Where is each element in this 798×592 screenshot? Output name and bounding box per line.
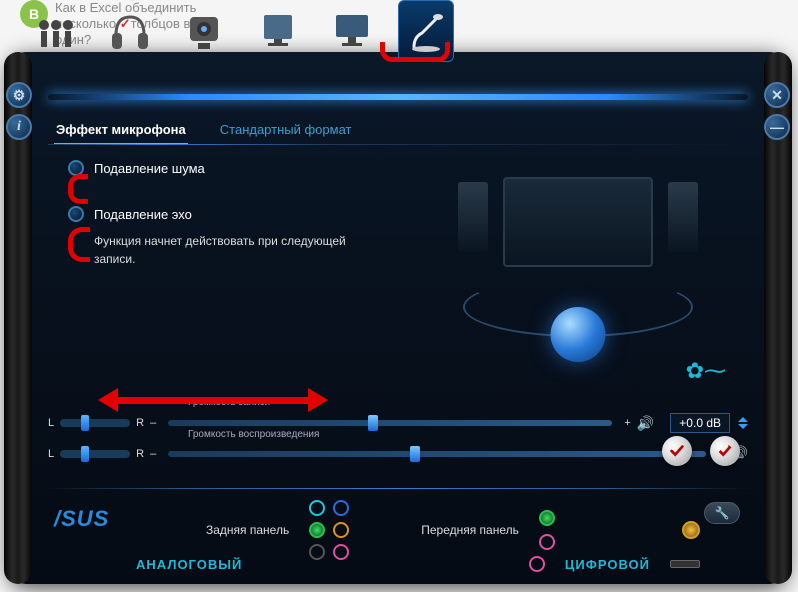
- tab-underline: [48, 144, 748, 145]
- jack-green-front[interactable]: [539, 510, 555, 526]
- realtek-panel: ⚙ i ✕ — Эффект микрофона Стандартный фор…: [8, 52, 788, 584]
- gear-icon: ⚙: [13, 87, 26, 104]
- jack-pink-bottom[interactable]: [529, 556, 545, 572]
- playback-balance-slider[interactable]: [60, 450, 130, 458]
- recording-title: Громкость записи: [188, 397, 270, 408]
- db-spinner[interactable]: [738, 417, 748, 429]
- device-desktop[interactable]: [250, 0, 306, 62]
- header-glow-bar: [48, 94, 748, 100]
- reset-button[interactable]: [710, 436, 740, 466]
- device-headphones[interactable]: [102, 0, 158, 62]
- spinner-down-icon[interactable]: [738, 424, 748, 429]
- device-microphone[interactable]: [398, 0, 454, 62]
- bottom-labels: АНАЛОГОВЫЙ ЦИФРОВОЙ: [136, 556, 700, 572]
- jack-green[interactable]: [309, 522, 325, 538]
- connector-settings-button[interactable]: 🔧: [704, 502, 740, 524]
- analog-label: АНАЛОГОВЫЙ: [136, 557, 242, 572]
- recording-volume-row: Громкость записи L R – + 🔊 +0.0 dB: [48, 413, 748, 433]
- db-value: +0.0 dB: [670, 413, 730, 433]
- playback-title: Громкость воспроизведения: [188, 429, 319, 440]
- balance-r: R: [136, 417, 144, 429]
- jack-panels: Задняя панель Передняя панель: [206, 500, 700, 560]
- sonic-icon[interactable]: ✿⁓: [686, 358, 726, 384]
- device-jacks[interactable]: [28, 0, 84, 62]
- orb-icon: [551, 307, 606, 362]
- rear-panel-label: Задняя панель: [206, 523, 289, 537]
- asus-logo: /SUS: [54, 506, 109, 532]
- recording-volume-slider[interactable]: [168, 420, 612, 426]
- tab-mic-effect[interactable]: Эффект микрофона: [54, 116, 188, 145]
- jack-pink-front[interactable]: [539, 534, 555, 550]
- jack-orange[interactable]: [333, 522, 349, 538]
- settings-button[interactable]: ⚙: [6, 82, 32, 108]
- minimize-button[interactable]: —: [764, 114, 790, 140]
- sliders-section: Громкость записи L R – + 🔊 +0.0 dB Громк…: [48, 413, 748, 474]
- rear-jacks: [309, 500, 351, 560]
- separator: [44, 488, 752, 489]
- action-buttons: [662, 436, 740, 466]
- info-icon: i: [17, 119, 21, 135]
- spinner-up-icon[interactable]: [738, 417, 748, 422]
- front-panel-label: Передняя панель: [421, 523, 519, 537]
- recording-balance-slider[interactable]: [60, 419, 130, 427]
- jack-cyan[interactable]: [309, 500, 325, 516]
- front-jacks: [539, 510, 555, 550]
- noise-label: Подавление шума: [94, 161, 205, 176]
- device-selector-row: [28, 0, 454, 62]
- playback-volume-row: Громкость воспроизведения L R – + 🔊: [48, 445, 748, 462]
- minimize-icon: —: [770, 119, 784, 135]
- hdmi-port-icon[interactable]: [670, 560, 700, 568]
- close-button[interactable]: ✕: [764, 82, 790, 108]
- device-preview: [428, 152, 728, 372]
- jack-blue[interactable]: [333, 500, 349, 516]
- balance-l: L: [48, 448, 54, 460]
- info-button[interactable]: i: [6, 114, 32, 140]
- minus-label: –: [150, 417, 156, 429]
- radio-icon: [68, 160, 84, 176]
- apply-button[interactable]: [662, 436, 692, 466]
- speaker-right-icon: [668, 182, 698, 252]
- plus-label: +: [624, 417, 630, 429]
- tab-standard-format[interactable]: Стандартный формат: [218, 116, 354, 145]
- jack-spdif[interactable]: [682, 521, 700, 539]
- footer: /SUS 🔧 Задняя панель Передняя панель АНА…: [36, 494, 760, 584]
- close-icon: ✕: [771, 87, 783, 104]
- playback-volume-slider[interactable]: [168, 451, 706, 457]
- tab-bar: Эффект микрофона Стандартный формат: [54, 116, 353, 145]
- speaker-icon[interactable]: 🔊: [637, 415, 654, 432]
- digital-label: ЦИФРОВОЙ: [565, 557, 650, 572]
- balance-l: L: [48, 417, 54, 429]
- echo-label: Подавление эхо: [94, 207, 192, 222]
- radio-icon: [68, 206, 84, 222]
- monitor-icon: [503, 177, 653, 267]
- device-monitor[interactable]: [324, 0, 380, 62]
- device-webcam[interactable]: [176, 0, 232, 62]
- wrench-icon: 🔧: [715, 506, 730, 520]
- minus-label: –: [150, 448, 156, 460]
- balance-r: R: [136, 448, 144, 460]
- effect-note: Функция начнет действовать при следующей…: [94, 232, 374, 268]
- speaker-left-icon: [458, 182, 488, 252]
